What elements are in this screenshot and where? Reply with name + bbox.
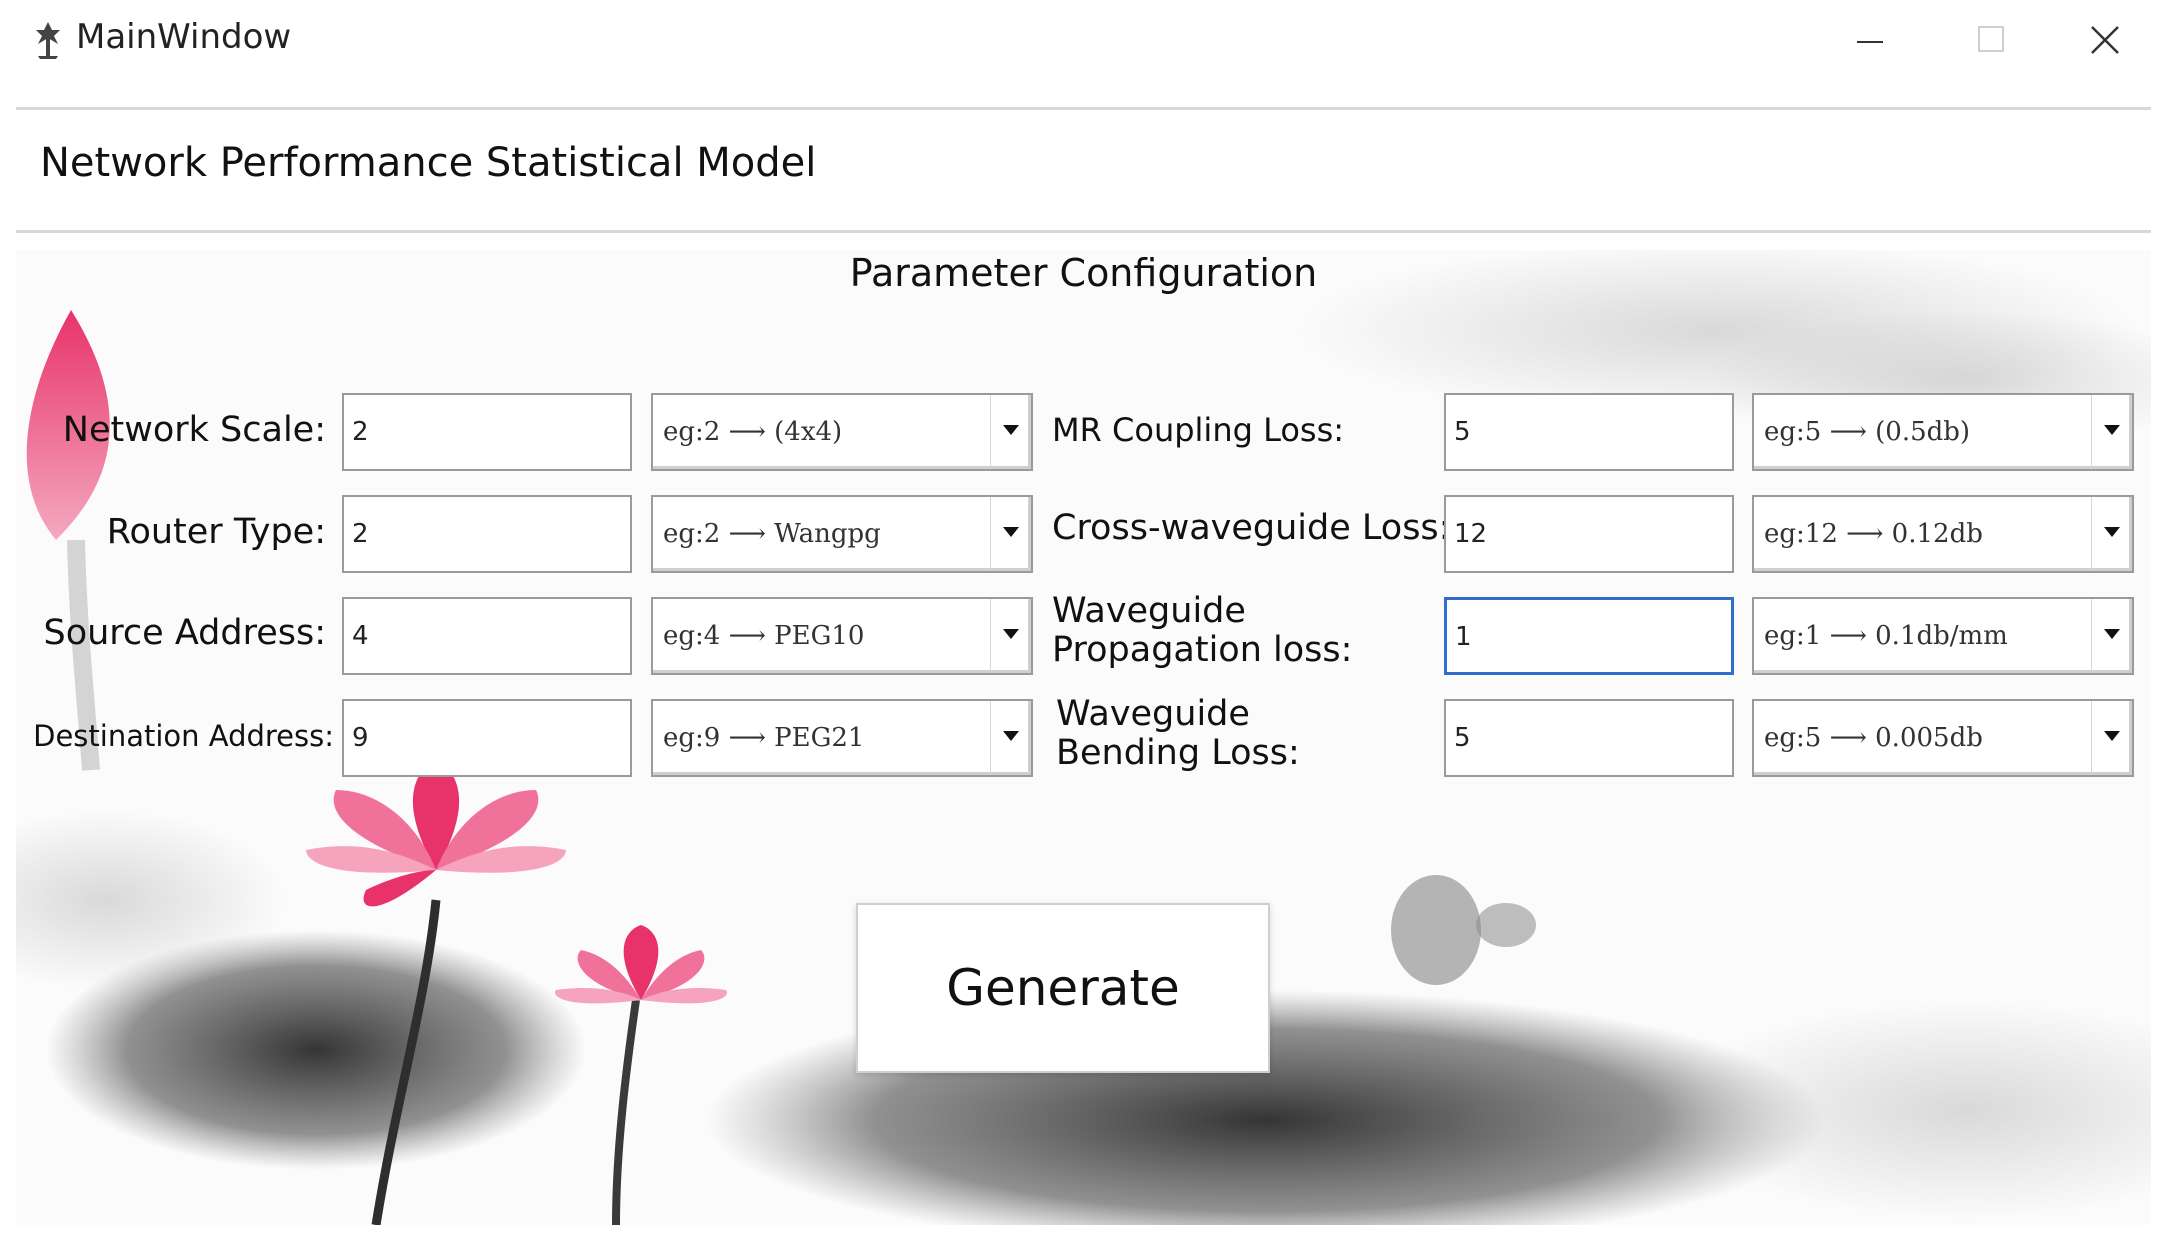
waveguide-propagation-loss-example-select[interactable]: eg:1 ⟶ 0.1db/mm	[1752, 597, 2134, 675]
waveguide-bending-loss-label-line2: Bending Loss:	[1056, 733, 1300, 773]
cross-waveguide-loss-label: Cross-waveguide Loss:	[1052, 508, 1451, 548]
dropdown-button[interactable]	[990, 497, 1031, 571]
cross-waveguide-loss-example-select[interactable]: eg:12 ⟶ 0.12db	[1752, 495, 2134, 573]
close-icon	[2091, 26, 2119, 54]
mr-coupling-loss-input[interactable]: 5	[1444, 393, 1734, 471]
app-icon	[36, 22, 60, 59]
dropdown-arrow-icon	[1003, 629, 1019, 639]
dropdown-button[interactable]	[2091, 599, 2132, 673]
destination-address-label: Destination Address:	[33, 719, 334, 753]
page-title: Network Performance Statistical Model	[40, 140, 817, 186]
network-scale-label: Network Scale:	[62, 410, 326, 450]
dropdown-button[interactable]	[990, 701, 1031, 775]
router-type-example-select[interactable]: eg:2 ⟶ Wangpg	[651, 495, 1033, 573]
dropdown-arrow-icon	[2104, 731, 2120, 741]
waveguide-bending-loss-input[interactable]: 5	[1444, 699, 1734, 777]
destination-address-input[interactable]: 9	[342, 699, 632, 777]
network-scale-input[interactable]: 2	[342, 393, 632, 471]
router-type-example-value: eg:2 ⟶ Wangpg	[663, 519, 881, 549]
dropdown-arrow-icon	[1003, 425, 1019, 435]
network-scale-example-select[interactable]: eg:2 ⟶ (4x4)	[651, 393, 1033, 471]
dropdown-arrow-icon	[1003, 731, 1019, 741]
dropdown-arrow-icon	[2104, 527, 2120, 537]
dropdown-arrow-icon	[2104, 425, 2120, 435]
mr-coupling-loss-example-value: eg:5 ⟶ (0.5db)	[1764, 417, 1971, 447]
cross-waveguide-loss-example-value: eg:12 ⟶ 0.12db	[1764, 519, 1983, 549]
cross-waveguide-loss-input[interactable]: 12	[1444, 495, 1734, 573]
network-scale-example-value: eg:2 ⟶ (4x4)	[663, 417, 843, 447]
divider	[16, 230, 2151, 233]
minimize-icon	[1857, 41, 1883, 43]
waveguide-propagation-loss-label-line1: Waveguide	[1052, 591, 1246, 631]
router-type-input[interactable]: 2	[342, 495, 632, 573]
minimize-button[interactable]	[1840, 15, 1900, 65]
destination-address-example-select[interactable]: eg:9 ⟶ PEG21	[651, 699, 1033, 777]
maximize-button[interactable]	[1960, 15, 2020, 65]
divider	[16, 107, 2151, 110]
waveguide-bending-loss-label-line1: Waveguide	[1056, 694, 1250, 734]
dropdown-button[interactable]	[2091, 395, 2132, 469]
maximize-icon	[1978, 26, 2004, 52]
dropdown-button[interactable]	[2091, 497, 2132, 571]
waveguide-propagation-loss-example-value: eg:1 ⟶ 0.1db/mm	[1764, 621, 2008, 651]
source-address-label: Source Address:	[43, 613, 326, 653]
generate-button[interactable]: Generate	[856, 903, 1270, 1073]
parameter-panel: Parameter Configuration Network Scale: 2…	[16, 250, 2151, 1225]
section-title: Parameter Configuration	[849, 251, 1318, 295]
source-address-example-value: eg:4 ⟶ PEG10	[663, 621, 865, 651]
waveguide-propagation-loss-input[interactable]: 1	[1444, 597, 1734, 675]
destination-address-example-value: eg:9 ⟶ PEG21	[663, 723, 865, 753]
waveguide-bending-loss-example-value: eg:5 ⟶ 0.005db	[1764, 723, 1983, 753]
mr-coupling-loss-label: MR Coupling Loss:	[1052, 411, 1345, 449]
waveguide-propagation-loss-label-line2: Propagation loss:	[1052, 630, 1353, 670]
dropdown-button[interactable]	[2091, 701, 2132, 775]
source-address-input[interactable]: 4	[342, 597, 632, 675]
dropdown-arrow-icon	[1003, 527, 1019, 537]
source-address-example-select[interactable]: eg:4 ⟶ PEG10	[651, 597, 1033, 675]
router-type-label: Router Type:	[106, 512, 326, 552]
waveguide-bending-loss-example-select[interactable]: eg:5 ⟶ 0.005db	[1752, 699, 2134, 777]
dropdown-button[interactable]	[990, 599, 1031, 673]
close-button[interactable]	[2075, 15, 2135, 65]
dropdown-button[interactable]	[990, 395, 1031, 469]
window-title: MainWindow	[76, 17, 292, 57]
dropdown-arrow-icon	[2104, 629, 2120, 639]
title-bar: MainWindow	[0, 0, 2167, 80]
mr-coupling-loss-example-select[interactable]: eg:5 ⟶ (0.5db)	[1752, 393, 2134, 471]
